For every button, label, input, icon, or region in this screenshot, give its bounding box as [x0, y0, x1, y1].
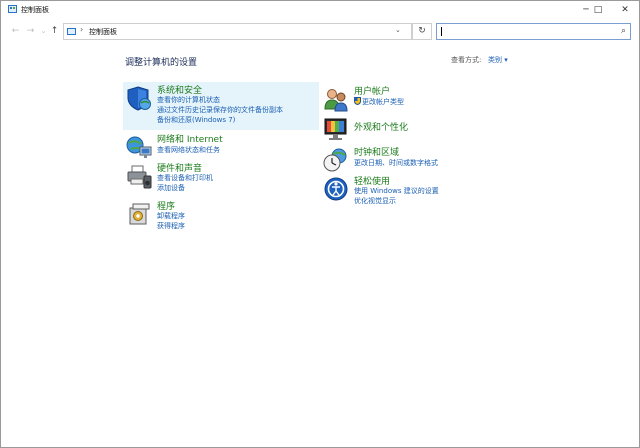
up-button[interactable]: ↑ [49, 24, 60, 38]
category-hardware-sound[interactable]: 硬件和声音 查看设备和打印机 添加设备 [123, 160, 319, 196]
category-link[interactable]: 卸载程序 [157, 211, 185, 221]
category-title[interactable]: 外观和个性化 [354, 120, 408, 133]
shield-globe-icon [127, 86, 151, 111]
users-icon [324, 89, 348, 112]
category-link[interactable]: 查看你的计算机状态 [157, 95, 220, 105]
category-link[interactable]: 优化视觉显示 [354, 196, 396, 206]
category-link[interactable]: 通过文件历史记录保存你的文件备份副本 [157, 105, 283, 115]
category-appearance[interactable]: 外观和个性化 [320, 113, 516, 143]
category-link[interactable]: 查看设备和打印机 [157, 173, 213, 183]
category-system-security[interactable]: 系统和安全 查看你的计算机状态 通过文件历史记录保存你的文件备份副本 备份和还原… [123, 82, 319, 130]
search-icon[interactable]: ⌕ [621, 26, 626, 36]
category-link-text[interactable]: 更改帐户类型 [362, 98, 404, 106]
control-panel-window: 控制面板 ─ □ ✕ ← → ⌄ ↑ › 控制面板 ⌄ ↻ ⌕ 调整计算机的设置… [0, 0, 640, 448]
network-globe-icon [126, 136, 152, 158]
forward-button[interactable]: → [25, 24, 36, 38]
clock-globe-icon [323, 148, 347, 172]
control-panel-icon [67, 28, 76, 35]
category-title[interactable]: 用户帐户 [354, 84, 390, 97]
breadcrumb-control-panel[interactable]: 控制面板 [89, 27, 117, 37]
control-panel-icon [8, 5, 17, 13]
category-clock-region[interactable]: 时钟和区域 更改日期、时间或数字格式 [320, 144, 516, 174]
address-dropdown-button[interactable]: ⌄ [395, 26, 401, 34]
category-link[interactable]: 更改日期、时间或数字格式 [354, 158, 438, 168]
category-link[interactable]: 更改帐户类型 [354, 97, 404, 107]
view-by-label: 查看方式: [451, 56, 482, 64]
address-bar[interactable]: › 控制面板 ⌄ [63, 23, 412, 40]
view-by-dropdown[interactable]: 类别 ▾ [488, 55, 508, 65]
search-input[interactable]: ⌕ [436, 23, 631, 40]
program-box-icon [129, 203, 150, 225]
close-button[interactable]: ✕ [612, 1, 638, 19]
category-title[interactable]: 时钟和区域 [354, 145, 399, 158]
category-link[interactable]: 查看网络状态和任务 [157, 145, 220, 155]
breadcrumb-separator: › [80, 25, 84, 34]
category-link[interactable]: 添加设备 [157, 183, 185, 193]
printer-speaker-icon [127, 165, 152, 189]
back-button[interactable]: ← [10, 24, 21, 38]
text-caret [441, 27, 442, 36]
window-title: 控制面板 [21, 6, 49, 14]
category-link[interactable]: 备份和还原(Windows 7) [157, 115, 235, 125]
category-title[interactable]: 网络和 Internet [157, 132, 223, 145]
category-network-internet[interactable]: 网络和 Internet 查看网络状态和任务 [123, 131, 319, 158]
maximize-button[interactable]: □ [585, 1, 611, 19]
refresh-button[interactable]: ↻ [412, 23, 432, 40]
display-palette-icon [324, 118, 347, 140]
category-link[interactable]: 使用 Windows 建议的设置 [354, 186, 439, 196]
page-title: 调整计算机的设置 [125, 58, 198, 68]
recent-locations-button[interactable]: ⌄ [38, 24, 49, 38]
category-programs[interactable]: 程序 卸载程序 获得程序 [123, 198, 319, 234]
uac-shield-icon [354, 97, 361, 105]
ease-of-access-icon [324, 177, 348, 201]
category-link[interactable]: 获得程序 [157, 221, 185, 231]
category-ease-of-access[interactable]: 轻松使用 使用 Windows 建议的设置 优化视觉显示 [320, 173, 516, 209]
title-bar: 控制面板 ─ □ ✕ [1, 1, 639, 19]
category-user-accounts[interactable]: 用户帐户 更改帐户类型 [320, 83, 516, 112]
navigation-bar: ← → ⌄ ↑ › 控制面板 ⌄ ↻ ⌕ [1, 21, 639, 41]
